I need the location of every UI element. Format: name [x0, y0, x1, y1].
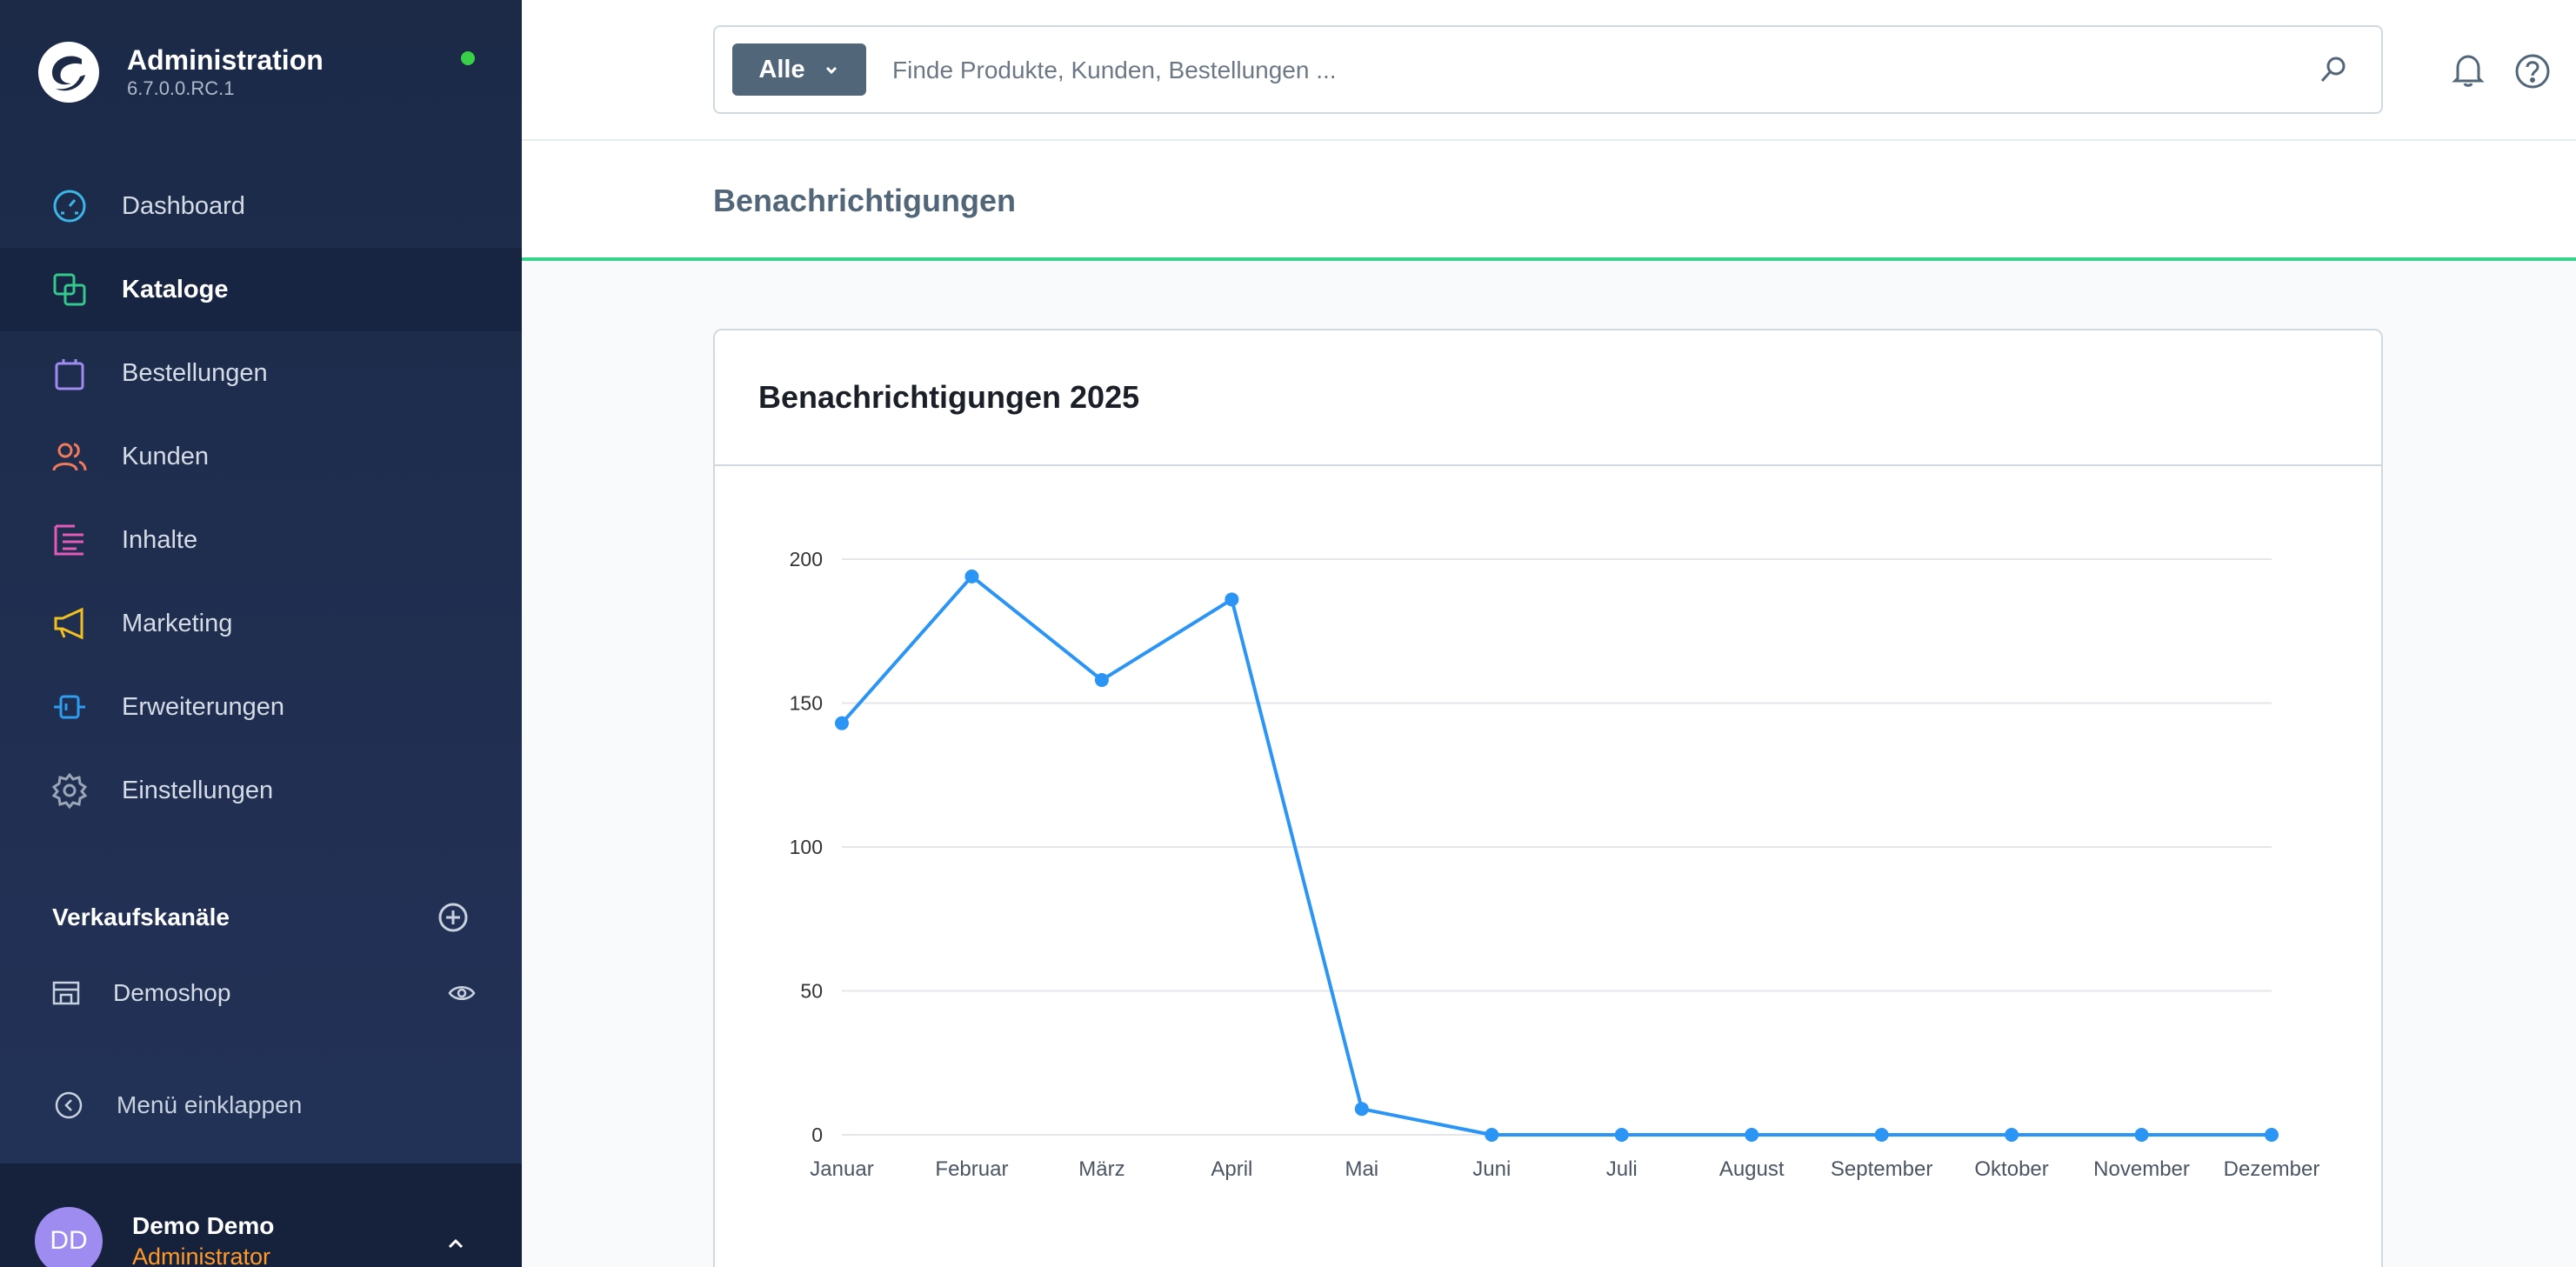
x-tick-label: Januar	[810, 1157, 873, 1181]
help-icon[interactable]	[2513, 52, 2552, 90]
add-sales-channel-button[interactable]	[437, 901, 470, 934]
x-tick-label: Oktober	[1974, 1157, 2048, 1181]
data-point	[1614, 1128, 1629, 1142]
notifications-line-chart: 0 50 100 150 200 Januar Februar März April Mai Jun…	[790, 548, 2320, 1181]
sidebar-item-orders[interactable]: Bestellungen	[0, 331, 522, 415]
x-tick-label: Juni	[1472, 1157, 1511, 1181]
dashboard-icon	[50, 187, 89, 225]
plus-circle-icon	[438, 903, 468, 932]
marketing-icon	[50, 604, 89, 643]
eye-icon[interactable]	[447, 978, 477, 1008]
data-point	[964, 569, 979, 583]
x-tick-label: Juli	[1606, 1157, 1638, 1181]
data-point	[2134, 1128, 2149, 1142]
sidebar-item-extensions[interactable]: Erweiterungen	[0, 665, 522, 749]
data-point	[1354, 1102, 1369, 1117]
user-menu[interactable]: DD Demo Demo Administrator	[0, 1164, 522, 1267]
sidebar-item-label: Bestellungen	[122, 358, 268, 387]
data-point	[1874, 1128, 1889, 1142]
data-point	[2005, 1128, 2019, 1142]
main-nav: Dashboard Kataloge Bestellungen Kunden I…	[0, 164, 522, 832]
content-icon	[50, 521, 89, 559]
series-line	[840, 574, 2272, 1137]
x-tick-label: November	[2093, 1157, 2190, 1181]
collapse-menu-label: Menü einklappen	[117, 1091, 303, 1118]
app-title: Administration	[127, 44, 324, 76]
chevron-left-circle-icon	[55, 1091, 83, 1119]
shopware-logo-icon	[38, 42, 99, 103]
data-point	[2265, 1128, 2279, 1142]
data-point	[1094, 673, 1109, 688]
catalog-icon	[50, 270, 89, 309]
x-tick-label: September	[1831, 1157, 1932, 1181]
data-point	[1225, 592, 1239, 607]
y-tick-label: 50	[800, 980, 823, 1003]
collapse-menu-button[interactable]: Menü einklappen	[54, 1090, 302, 1120]
x-tick-label: Februar	[935, 1157, 1008, 1181]
x-tick-label: Dezember	[2224, 1157, 2320, 1181]
search-type-label: Alle	[758, 55, 805, 83]
x-tick-label: August	[1719, 1157, 1785, 1181]
settings-icon	[50, 771, 89, 810]
user-role: Administrator	[132, 1244, 271, 1267]
x-tick-label: April	[1211, 1157, 1252, 1181]
sidebar-item-dashboard[interactable]: Dashboard	[0, 164, 522, 248]
sidebar-item-label: Marketing	[122, 609, 233, 637]
page-header: Benachrichtigungen	[522, 139, 2576, 261]
sidebar-item-label: Kunden	[122, 442, 209, 470]
extensions-icon	[50, 688, 89, 726]
data-point	[835, 716, 849, 730]
bell-icon[interactable]	[2449, 50, 2487, 89]
sales-channel-item[interactable]: Demoshop	[50, 977, 477, 1009]
sidebar-item-customers[interactable]: Kunden	[0, 415, 522, 498]
y-tick-label: 0	[811, 1124, 823, 1146]
page-title: Benachrichtigungen	[713, 183, 1017, 218]
sidebar-item-content[interactable]: Inhalte	[0, 498, 522, 582]
card-title: Benachrichtigungen 2025	[758, 379, 1140, 415]
customers-icon	[50, 437, 89, 476]
status-indicator	[461, 51, 475, 65]
x-tick-label: Mai	[1345, 1157, 1378, 1181]
search-type-select[interactable]: Alle	[732, 43, 866, 96]
data-point	[1745, 1128, 1759, 1142]
topbar: Alle	[522, 0, 2576, 139]
sidebar-item-catalogs[interactable]: Kataloge	[0, 248, 522, 331]
avatar: DD	[35, 1207, 103, 1267]
search-input[interactable]	[892, 44, 2249, 97]
sidebar-item-marketing[interactable]: Marketing	[0, 582, 522, 665]
storefront-icon	[50, 977, 82, 1009]
app-version: 6.7.0.0.RC.1	[127, 77, 235, 99]
sidebar-item-label: Einstellungen	[122, 776, 274, 804]
y-tick-label: 100	[790, 836, 823, 858]
sales-channels-title: Verkaufskanäle	[52, 904, 230, 930]
search-icon[interactable]	[2317, 53, 2350, 86]
sidebar-item-label: Inhalte	[122, 525, 198, 554]
sidebar: Administration 6.7.0.0.RC.1 Dashboard Ka…	[0, 0, 522, 1267]
x-tick-label: März	[1078, 1157, 1124, 1181]
global-search: Alle	[713, 25, 2383, 114]
sales-channels-header: Verkaufskanäle	[52, 901, 470, 934]
orders-icon	[50, 354, 89, 392]
chevron-up-icon[interactable]	[444, 1231, 468, 1256]
sidebar-item-label: Erweiterungen	[122, 692, 284, 721]
sidebar-item-settings[interactable]: Einstellungen	[0, 749, 522, 832]
sidebar-item-label: Kataloge	[122, 275, 229, 303]
chevron-down-icon	[825, 66, 837, 75]
card-header: Benachrichtigungen 2025	[715, 330, 2381, 466]
chart-card: Benachrichtigungen 2025 0 50 100 150 200 Janu…	[713, 329, 2383, 1267]
brand[interactable]: Administration 6.7.0.0.RC.1	[37, 40, 324, 104]
y-tick-label: 200	[790, 548, 823, 570]
sidebar-item-label: Dashboard	[122, 191, 245, 220]
y-tick-label: 150	[790, 692, 823, 715]
data-point	[1485, 1128, 1499, 1142]
user-name: Demo Demo	[132, 1212, 275, 1239]
sales-channel-label: Demoshop	[113, 979, 231, 1006]
